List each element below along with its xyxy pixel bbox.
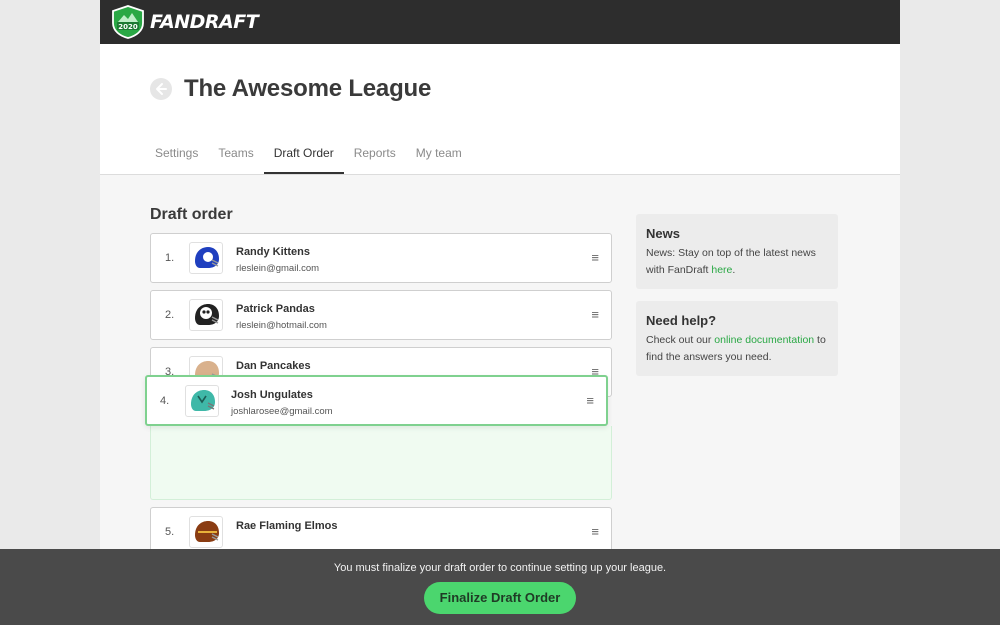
news-link[interactable]: here (711, 264, 732, 276)
team-helmet-avatar (185, 385, 219, 417)
draft-position: 2. (165, 309, 175, 321)
team-email: rleslein@gmail.com (236, 263, 320, 274)
page-title: The Awesome League (184, 75, 432, 102)
brand-name: FANDRAFT (150, 11, 259, 33)
draft-row-dragging[interactable]: 4. Josh Ungulates joshlarosee@gmail.com … (145, 375, 608, 426)
team-name: Patrick Pandas (236, 303, 315, 315)
tab-my-team[interactable]: My team (406, 144, 472, 174)
news-text: News: Stay on top of the latest news wit… (646, 247, 816, 276)
tab-draft-order[interactable]: Draft Order (263, 144, 344, 174)
draft-position: 1. (165, 252, 175, 264)
tab-teams[interactable]: Teams (208, 144, 263, 174)
help-text: Check out our online documentation to fi… (646, 334, 826, 363)
arrow-left-icon (156, 83, 167, 95)
helmet-icon (191, 390, 215, 411)
finalize-draft-order-button[interactable]: Finalize Draft Order (424, 582, 576, 614)
team-email: joshlarosee@gmail.com (231, 406, 333, 417)
team-helmet-avatar (189, 242, 223, 274)
drag-handle-icon[interactable]: ≡ (586, 393, 594, 408)
team-name: Randy Kittens (236, 246, 310, 258)
back-button[interactable] (150, 78, 172, 100)
tab-reports[interactable]: Reports (344, 144, 406, 174)
helmet-icon (195, 247, 219, 268)
tab-bar: Settings Teams Draft Order Reports My te… (145, 144, 472, 174)
draft-order-heading: Draft order (150, 206, 233, 223)
news-title: News (646, 226, 680, 241)
team-name: Rae Flaming Elmos (236, 520, 338, 532)
draft-row[interactable]: 2. Patrick Pandas rleslein@hotmail.com ≡ (150, 290, 612, 340)
drag-handle-icon[interactable]: ≡ (591, 307, 599, 322)
fandraft-logo[interactable]: 2020 (110, 5, 146, 39)
finalize-message: You must finalize your draft order to co… (333, 562, 667, 574)
top-navigation-bar: 2020 FANDRAFT (100, 0, 900, 44)
draft-row[interactable]: 1. Randy Kittens rleslein@gmail.com ≡ (150, 233, 612, 283)
tab-settings[interactable]: Settings (145, 144, 208, 174)
drop-zone-placeholder[interactable] (150, 426, 612, 500)
documentation-link[interactable]: online documentation (714, 334, 814, 346)
help-card: Need help? Check out our online document… (636, 301, 838, 376)
team-helmet-avatar (189, 516, 223, 548)
news-card: News News: Stay on top of the latest new… (636, 214, 838, 289)
help-title: Need help? (646, 313, 717, 328)
drag-handle-icon[interactable]: ≡ (591, 250, 599, 265)
finalize-footer-bar: You must finalize your draft order to co… (0, 549, 1000, 625)
helmet-icon (195, 304, 219, 325)
svg-text:2020: 2020 (118, 23, 138, 31)
team-helmet-avatar (189, 299, 223, 331)
drag-handle-icon[interactable]: ≡ (591, 524, 599, 539)
team-name: Dan Pancakes (236, 360, 311, 372)
team-name: Josh Ungulates (231, 389, 313, 401)
draft-position: 4. (160, 395, 170, 407)
helmet-icon (195, 521, 219, 542)
draft-position: 5. (165, 526, 175, 538)
team-email: rleslein@hotmail.com (236, 320, 327, 331)
